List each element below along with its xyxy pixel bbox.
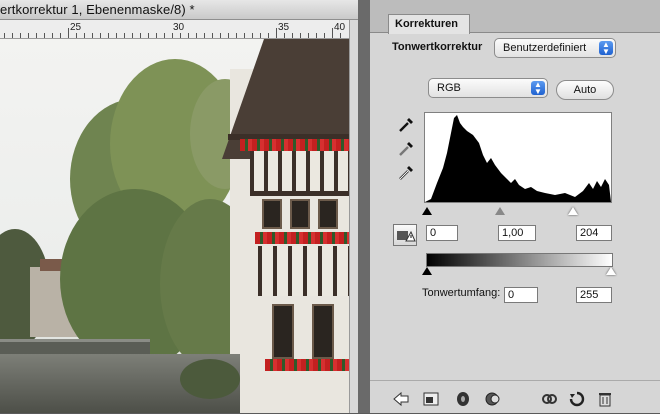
clip-to-layer-icon[interactable] <box>540 391 558 407</box>
document-scroll-edge[interactable] <box>349 20 358 413</box>
tab-korrekturen[interactable]: Korrekturen <box>388 14 470 34</box>
input-white-slider[interactable] <box>568 207 578 215</box>
ruler-label-25: 25 <box>70 22 82 33</box>
ruler-label-35: 35 <box>278 22 290 33</box>
channel-value: RGB <box>437 82 461 94</box>
panel-header: Korrekturen <box>370 0 660 34</box>
reset-icon[interactable] <box>568 391 586 407</box>
expand-view-icon[interactable] <box>422 391 440 407</box>
input-gamma-field[interactable]: 1,00 <box>498 225 536 241</box>
output-black-field[interactable]: 0 <box>504 287 538 303</box>
histogram <box>424 112 612 203</box>
photo-canvas[interactable] <box>0 39 350 413</box>
visibility-eye-icon[interactable] <box>454 391 472 407</box>
panel-bottom-toolbar <box>370 380 660 414</box>
document-title: ertkorrektur 1, Ebenenmaske/8) * <box>0 2 195 17</box>
adjustments-panel: Korrekturen Tonwertkorrektur Benutzerdef… <box>370 0 660 413</box>
input-black-slider[interactable] <box>422 207 432 215</box>
back-arrow-icon[interactable] <box>392 391 410 407</box>
clipping-warning-button[interactable] <box>393 224 417 246</box>
view-previous-state-icon[interactable] <box>484 391 502 407</box>
warning-icon <box>397 230 416 242</box>
ruler-label-40: 40 <box>334 22 346 33</box>
gray-point-eyedropper-icon[interactable] <box>397 140 415 158</box>
output-white-field[interactable]: 255 <box>576 287 612 303</box>
document-title-bar[interactable]: ertkorrektur 1, Ebenenmaske/8) * <box>0 0 358 20</box>
dropdown-arrows-icon: ▲ ▼ <box>531 81 545 96</box>
output-gradient-bar <box>426 253 613 267</box>
output-white-slider[interactable] <box>606 267 616 275</box>
black-point-eyedropper-icon[interactable] <box>397 116 415 134</box>
white-point-eyedropper-icon[interactable] <box>397 164 415 182</box>
input-white-field[interactable]: 204 <box>576 225 612 241</box>
preset-dropdown[interactable]: Benutzerdefiniert ▲ ▼ <box>494 38 616 58</box>
horizontal-ruler[interactable]: 25 30 35 40 <box>0 20 358 39</box>
input-black-field[interactable]: 0 <box>426 225 458 241</box>
input-gamma-slider[interactable] <box>495 207 505 215</box>
channel-dropdown[interactable]: RGB ▲ ▼ <box>428 78 548 98</box>
histogram-graph <box>425 115 611 202</box>
dropdown-arrows-icon: ▲ ▼ <box>599 41 613 56</box>
adjustment-title: Tonwertkorrektur <box>392 41 483 53</box>
panel-divider <box>358 0 370 413</box>
preset-value: Benutzerdefiniert <box>503 42 587 54</box>
auto-button[interactable]: Auto <box>556 80 614 100</box>
trash-icon[interactable] <box>596 391 614 407</box>
document-window: ertkorrektur 1, Ebenenmaske/8) * 25 30 3… <box>0 0 358 413</box>
ruler-label-30: 30 <box>173 22 185 33</box>
output-levels-label: Tonwertumfang: <box>422 287 501 299</box>
output-black-slider[interactable] <box>422 267 432 275</box>
